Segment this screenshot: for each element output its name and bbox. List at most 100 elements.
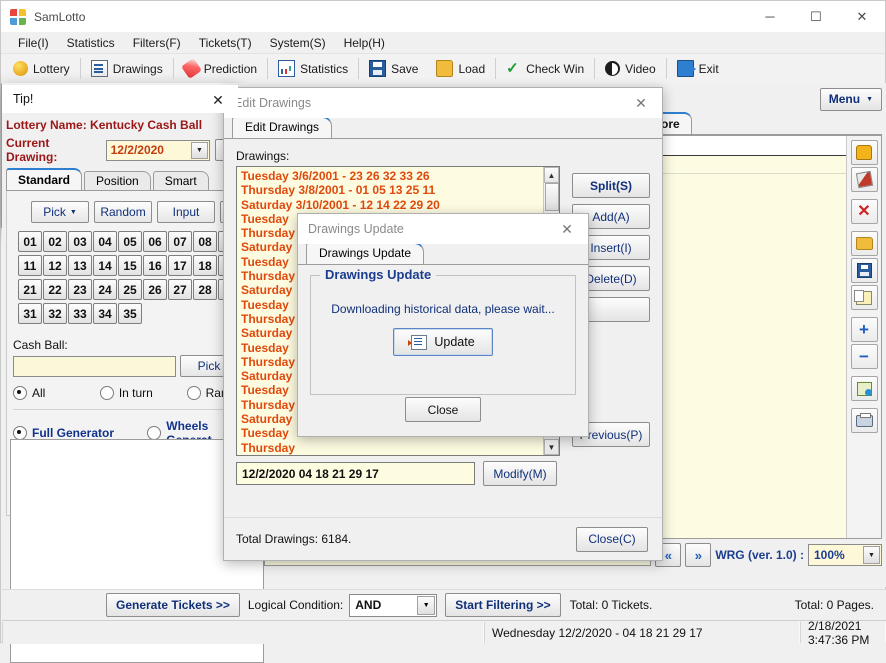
- close-icon[interactable]: ✕: [839, 1, 885, 32]
- chevron-up-icon[interactable]: ▲: [544, 167, 559, 183]
- chevron-down-icon[interactable]: ▼: [544, 439, 559, 455]
- current-drawing-select[interactable]: 12/2/2020 ▼: [105, 139, 210, 161]
- highlight-brush-button[interactable]: [850, 167, 878, 192]
- nav-next-button[interactable]: »: [685, 543, 712, 567]
- random-button[interactable]: Random: [94, 201, 152, 223]
- print-button[interactable]: [850, 408, 878, 433]
- menu-system[interactable]: System(S): [261, 34, 335, 52]
- close-icon[interactable]: ✕: [620, 88, 662, 118]
- number-cell[interactable]: 16: [143, 255, 167, 276]
- toolbar-check-win[interactable]: ✓ Check Win: [497, 56, 593, 81]
- number-cell[interactable]: 02: [43, 231, 67, 252]
- tab-edit-drawings[interactable]: Edit Drawings: [232, 116, 333, 138]
- menu-statistics[interactable]: Statistics: [58, 34, 124, 52]
- number-cell[interactable]: 03: [68, 231, 92, 252]
- pick-dropdown-button[interactable]: Pick ▼: [31, 201, 89, 223]
- tab-standard[interactable]: Standard: [6, 168, 83, 190]
- input-button[interactable]: Input: [157, 201, 215, 223]
- logical-condition-select[interactable]: AND ▼: [349, 593, 438, 617]
- number-cell[interactable]: 13: [68, 255, 92, 276]
- drawing-row[interactable]: Saturday 3/10/2001 - 12 14 22 29 20: [241, 198, 555, 212]
- add-button[interactable]: +: [850, 317, 878, 342]
- close-icon[interactable]: ✕: [204, 89, 232, 111]
- scrollbar-thumb[interactable]: [545, 183, 559, 211]
- update-button[interactable]: Update: [393, 328, 493, 356]
- number-cell[interactable]: 12: [43, 255, 67, 276]
- number-cell[interactable]: 26: [143, 279, 167, 300]
- number-cell[interactable]: 32: [43, 303, 67, 324]
- tab-smart[interactable]: Smart: [152, 171, 209, 190]
- chevron-down-icon[interactable]: ▼: [863, 546, 880, 564]
- export-button[interactable]: [850, 285, 878, 310]
- menu-file[interactable]: File(I): [9, 34, 58, 52]
- toolbar-save[interactable]: Save: [360, 56, 427, 81]
- menu-help[interactable]: Help(H): [335, 34, 394, 52]
- drawing-edit-input[interactable]: 12/2/2020 04 18 21 29 17: [236, 462, 475, 485]
- generate-tickets-button[interactable]: Generate Tickets >>: [106, 593, 240, 617]
- chevron-down-icon[interactable]: ▼: [417, 595, 436, 615]
- number-cell[interactable]: 33: [68, 303, 92, 324]
- remove-button[interactable]: −: [850, 344, 878, 369]
- modify-button[interactable]: Modify(M): [483, 461, 557, 486]
- number-cell[interactable]: 11: [18, 255, 42, 276]
- zoom-select[interactable]: 100% ▼: [808, 544, 882, 566]
- save-button[interactable]: [850, 258, 878, 283]
- radio-in-turn[interactable]: In turn: [99, 386, 187, 400]
- radio-all[interactable]: All: [13, 386, 100, 400]
- number-cell[interactable]: 22: [43, 279, 67, 300]
- open-folder-icon: [855, 237, 873, 250]
- maximize-icon[interactable]: ☐: [793, 1, 839, 32]
- number-cell[interactable]: 31: [18, 303, 42, 324]
- tab-drawings-update[interactable]: Drawings Update: [306, 242, 425, 264]
- menu-tickets[interactable]: Tickets(T): [190, 34, 261, 52]
- number-cell[interactable]: 07: [168, 231, 192, 252]
- number-cell[interactable]: 27: [168, 279, 192, 300]
- number-cell[interactable]: 14: [93, 255, 117, 276]
- cash-ball-input[interactable]: [13, 355, 176, 377]
- close-icon[interactable]: ✕: [546, 214, 588, 244]
- toolbar-prediction[interactable]: Prediction: [175, 56, 266, 81]
- drawing-row[interactable]: Tuesday 3/6/2001 - 23 26 32 33 26: [241, 169, 555, 183]
- drawing-row[interactable]: Saturday 4/21/2001 - 04 15 16 25 18: [241, 455, 555, 456]
- menu-filters[interactable]: Filters(F): [124, 34, 190, 52]
- number-cell[interactable]: 15: [118, 255, 142, 276]
- toolbar-video[interactable]: Video: [596, 56, 664, 81]
- drawing-row[interactable]: Thursday: [241, 441, 555, 455]
- number-cell[interactable]: 18: [193, 255, 217, 276]
- number-cell[interactable]: 17: [168, 255, 192, 276]
- number-cell[interactable]: 34: [93, 303, 117, 324]
- toolbar-save-label: Save: [391, 61, 419, 76]
- drawings-update-title: Drawings Update: [308, 222, 404, 236]
- number-cell[interactable]: 21: [18, 279, 42, 300]
- open-button[interactable]: [850, 231, 878, 256]
- toolbar-statistics[interactable]: Statistics: [269, 56, 357, 81]
- number-cell[interactable]: 28: [193, 279, 217, 300]
- favorite-star-button[interactable]: [850, 140, 878, 165]
- number-cell[interactable]: 01: [18, 231, 42, 252]
- tickets-menu-button[interactable]: Menu ▼: [819, 87, 882, 111]
- number-cell[interactable]: 25: [118, 279, 142, 300]
- toolbar-drawings[interactable]: Drawings: [82, 56, 172, 81]
- toolbar-exit[interactable]: Exit: [668, 56, 728, 81]
- minimize-icon[interactable]: ─: [747, 1, 793, 32]
- drawing-row[interactable]: Thursday 3/8/2001 - 01 05 13 25 11: [241, 183, 555, 197]
- tab-position[interactable]: Position: [84, 171, 151, 190]
- start-filtering-button[interactable]: Start Filtering >>: [445, 593, 561, 617]
- number-cell[interactable]: 35: [118, 303, 142, 324]
- toolbar-lottery[interactable]: Lottery: [4, 56, 79, 81]
- drawings-update-close-button[interactable]: Close: [405, 397, 481, 422]
- delete-button[interactable]: ✕: [850, 199, 878, 224]
- number-cell[interactable]: 08: [193, 231, 217, 252]
- close-dialog-button[interactable]: Close(C): [576, 526, 648, 552]
- number-cell[interactable]: 04: [93, 231, 117, 252]
- number-cell[interactable]: 06: [143, 231, 167, 252]
- refresh-button[interactable]: [850, 376, 878, 401]
- toolbar-load[interactable]: Load: [427, 56, 494, 81]
- number-cell[interactable]: 24: [93, 279, 117, 300]
- chevron-down-icon[interactable]: ▼: [190, 141, 208, 159]
- number-cell[interactable]: 05: [118, 231, 142, 252]
- video-play-icon: [605, 61, 621, 76]
- number-cell[interactable]: 23: [68, 279, 92, 300]
- radio-full-generator[interactable]: Full Generator: [13, 426, 147, 440]
- split-button[interactable]: Split(S): [572, 173, 650, 198]
